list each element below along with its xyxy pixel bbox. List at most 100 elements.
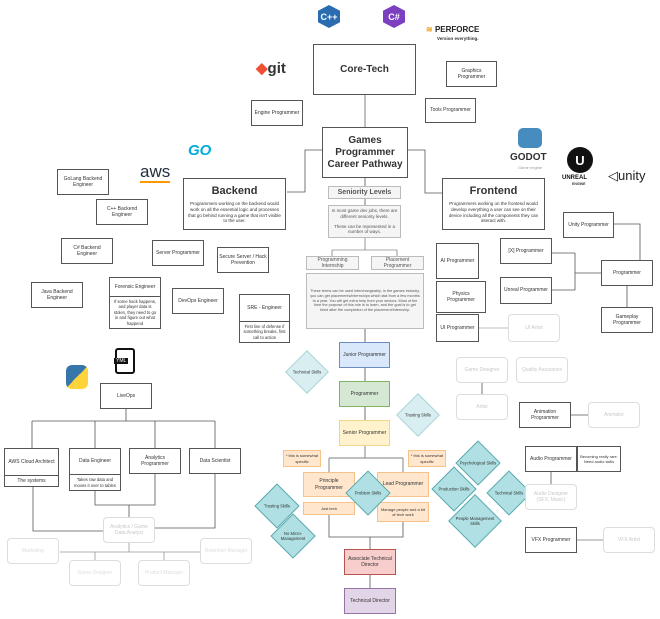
- backend-description: Programmers working on the backend would…: [188, 200, 281, 224]
- liveops-game-designer-box[interactable]: Game Designer: [69, 560, 121, 586]
- programming-internship-box[interactable]: Programming Internship: [306, 256, 359, 270]
- go-logo: GO: [188, 142, 212, 159]
- diamond-label: Production Skills: [438, 486, 470, 492]
- backend-title: Backend: [211, 184, 258, 197]
- unity-logo: ◁unity: [608, 168, 645, 184]
- placement-programmer-box[interactable]: Placement Programmer: [371, 256, 424, 270]
- engine-programmer-box[interactable]: Engine Programmer: [251, 100, 303, 126]
- physics-programmer-box[interactable]: Physics Programmer: [436, 281, 486, 313]
- vfx-artist-box[interactable]: VFX Artist: [603, 527, 655, 553]
- game-designer-box[interactable]: Game Designer: [456, 357, 508, 383]
- programmer-box[interactable]: Programmer: [339, 381, 390, 407]
- associate-technical-director-box[interactable]: Associate Technical Director: [344, 549, 396, 575]
- quality-assurance-box[interactable]: Quality Assurance: [516, 357, 568, 383]
- technical-director-box[interactable]: Technical Director: [344, 588, 396, 614]
- animator-box[interactable]: Animator: [588, 402, 640, 428]
- frontend-description: Programmers working on the frontend woul…: [448, 200, 539, 224]
- unity-icon: ◁: [608, 168, 618, 183]
- audio-programmer-box[interactable]: Audio Programmer: [525, 446, 577, 472]
- frontend-box[interactable]: Frontend Programmers working on the fron…: [442, 178, 545, 230]
- unity-text: unity: [618, 168, 646, 183]
- aws-cloud-architect-box[interactable]: AWS Cloud Architect The systems: [4, 448, 59, 487]
- diamond-label: Psychological Skills: [459, 460, 497, 466]
- tools-programmer-box[interactable]: Tools Programmer: [425, 98, 476, 123]
- internship-note: These terms can be used interchangeably.…: [306, 273, 424, 329]
- diamond-label: People Management Skills: [455, 516, 495, 526]
- java-backend-box[interactable]: Java Backend Engineer: [31, 282, 83, 308]
- diamond-label: Trusting Skills: [264, 503, 290, 509]
- perforce-icon: ≋: [426, 25, 433, 34]
- godot-icon: [518, 128, 542, 148]
- cpp-backend-box[interactable]: C++ Backend Engineer: [96, 199, 148, 225]
- seniority-desc-1: In most game dev jobs, there are differe…: [331, 207, 398, 219]
- git-logo: ◆git: [256, 59, 286, 77]
- golang-backend-box[interactable]: GoLang Backend Engineer: [57, 169, 109, 195]
- lead-note: Manage people and a bit of tech work: [377, 502, 429, 522]
- product-manager-box[interactable]: Product Manager: [138, 560, 190, 586]
- python-logo: [66, 365, 88, 389]
- aws-logo: aws: [140, 162, 171, 183]
- gameplay-programmer-box[interactable]: Gameplay Programmer: [601, 307, 653, 333]
- data-scientist-box[interactable]: Data Scientist: [189, 448, 241, 474]
- sre-note: First line of defense if something break…: [243, 323, 286, 340]
- junior-programmer-box[interactable]: Junior Programmer: [339, 342, 390, 368]
- backend-box[interactable]: Backend Programmers working on the backe…: [183, 178, 286, 230]
- devops-engineer-box[interactable]: DevOps Engineer: [172, 288, 224, 314]
- audio-designer-box[interactable]: Audio Designer (SFX, Music): [525, 484, 577, 510]
- git-text: git: [267, 60, 286, 77]
- aws-architect-title: AWS Cloud Architect: [5, 449, 58, 476]
- core-tech-box[interactable]: Core-Tech: [313, 44, 416, 95]
- diamond-label: Technical Skills: [494, 490, 524, 496]
- server-programmer-box[interactable]: Server Programmer: [152, 240, 204, 266]
- seniority-levels-title: Seniority Levels: [328, 186, 401, 199]
- forensic-title: Forensic Engineer: [110, 278, 160, 297]
- unity-programmer-box[interactable]: Unity Programmer: [563, 212, 614, 238]
- analytics-programmer-box[interactable]: Analytics Programmer: [129, 448, 181, 474]
- data-analyst-box[interactable]: Analytics / Game Data Analyst: [103, 517, 155, 543]
- specific-note-left: * this is somewhat specific: [283, 450, 321, 467]
- pathway-title-box: Games Programmer Career Pathway: [322, 127, 408, 178]
- perforce-text: PERFORCE: [434, 25, 480, 34]
- diamond-label: No Micro-Management: [280, 531, 306, 541]
- vfx-programmer-box[interactable]: VFX Programmer: [525, 527, 577, 553]
- marketing-box[interactable]: Marketing: [7, 538, 59, 564]
- unreal-icon: U: [567, 147, 593, 173]
- yml-file-icon: YML: [114, 348, 135, 374]
- frontend-programmer-box[interactable]: Programmer: [601, 260, 653, 286]
- data-engineer-box[interactable]: Data Engineer Takes raw data and moves i…: [69, 448, 121, 491]
- godot-tagline: Game engine: [518, 165, 543, 170]
- data-engineer-title: Data Engineer: [70, 449, 120, 476]
- frontend-title: Frontend: [469, 184, 518, 197]
- yml-label: YML: [114, 358, 129, 364]
- unreal-logo: UNREAL: [562, 175, 587, 181]
- retention-manager-box[interactable]: Retention Manager: [200, 538, 252, 564]
- ai-programmer-box[interactable]: AI Programmer: [436, 243, 479, 279]
- diamond-label: Problem Skills: [354, 490, 382, 496]
- principle-note: Just tech: [303, 502, 355, 515]
- ui-programmer-box[interactable]: UI Programmer: [436, 314, 479, 342]
- specific-note-right: * this is somewhat specific: [408, 450, 446, 467]
- forensic-note: If some hack happens, and player data is…: [113, 298, 157, 326]
- perforce-tagline: Version everything.: [437, 36, 479, 41]
- career-pathway-diagram: C++ C# ≋ PERFORCE Version everything. ◆g…: [0, 0, 660, 619]
- artist-box[interactable]: Artist: [456, 394, 508, 420]
- csharp-backend-box[interactable]: C# Backend Engineer: [61, 238, 113, 264]
- diamond-label: Technical Skills: [292, 369, 322, 375]
- animation-programmer-box[interactable]: Animation Programmer: [519, 402, 571, 428]
- sre-title: SRE - Engineer: [240, 295, 289, 322]
- perforce-logo: ≋ PERFORCE: [426, 25, 479, 34]
- liveops-box[interactable]: LiveOps: [100, 383, 152, 409]
- aws-architect-note: The systems: [17, 477, 46, 484]
- data-engineer-note: Takes raw data and moves it over to tabl…: [74, 477, 116, 488]
- sre-engineer-box[interactable]: SRE - Engineer First line of defense if …: [239, 294, 290, 343]
- secure-server-box[interactable]: Secure Server / Hack Prevention: [217, 247, 269, 273]
- audio-note: Becoming really rare. Need audio skills: [577, 446, 621, 472]
- godot-logo: GODOT: [510, 152, 547, 163]
- x-programmer-box[interactable]: [X] Programmer: [500, 238, 552, 264]
- graphics-programmer-box[interactable]: Graphics Programmer: [446, 61, 497, 87]
- forensic-engineer-box[interactable]: Forensic Engineer If some hack happens, …: [109, 277, 161, 329]
- unreal-programmer-box[interactable]: Unreal Programmer: [500, 277, 552, 304]
- ui-artist-box[interactable]: UI Artist: [508, 314, 560, 342]
- git-icon: ◆: [256, 60, 268, 77]
- senior-programmer-box[interactable]: Senior Programmer: [339, 420, 390, 446]
